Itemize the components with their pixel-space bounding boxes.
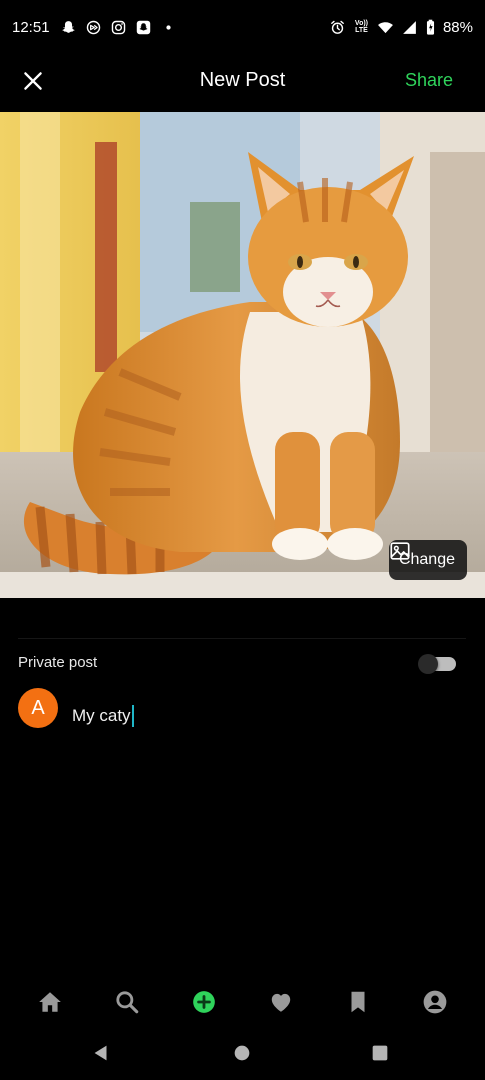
divider bbox=[18, 638, 466, 639]
caption-text: My caty bbox=[72, 706, 131, 725]
volte-top-text: Vo)) bbox=[354, 20, 369, 27]
private-post-toggle[interactable] bbox=[418, 654, 456, 674]
avatar-letter: A bbox=[31, 696, 45, 719]
nav-home[interactable] bbox=[30, 982, 70, 1022]
change-photo-button[interactable]: Change bbox=[388, 540, 467, 580]
text-caret bbox=[131, 705, 134, 727]
header: New Post Share bbox=[0, 54, 485, 110]
volte-icon: Vo)) LTE bbox=[353, 19, 370, 36]
avatar: A bbox=[18, 688, 58, 728]
nav-saved[interactable] bbox=[338, 982, 378, 1022]
bookmark-icon bbox=[351, 991, 365, 1013]
toggle-thumb bbox=[418, 654, 438, 674]
dot-icon bbox=[160, 19, 177, 36]
instagram-icon bbox=[110, 19, 127, 36]
volte-bottom-text: LTE bbox=[355, 27, 368, 34]
nav-search[interactable] bbox=[107, 982, 147, 1022]
status-bar: 12:51 Vo)) LTE 88% bbox=[0, 0, 485, 54]
battery-percent: 88% bbox=[442, 18, 473, 36]
status-time: 12:51 bbox=[12, 18, 50, 36]
back-icon bbox=[94, 1045, 107, 1061]
wifi-icon bbox=[377, 19, 394, 36]
private-post-row: Private post bbox=[18, 652, 458, 676]
post-photo: Change bbox=[0, 112, 485, 598]
close-icon bbox=[24, 72, 42, 90]
snapchat-icon bbox=[135, 19, 152, 36]
system-home-button[interactable] bbox=[231, 1042, 253, 1064]
home-icon bbox=[39, 992, 62, 1012]
bottom-nav bbox=[0, 980, 485, 1024]
battery-icon bbox=[425, 19, 436, 36]
search-icon bbox=[116, 991, 139, 1014]
new-post-screen: 12:51 Vo)) LTE 88% New Post Share Change… bbox=[0, 0, 485, 1080]
private-post-label: Private post bbox=[18, 654, 98, 671]
caption-input[interactable]: My caty bbox=[72, 705, 134, 727]
nav-profile[interactable] bbox=[415, 982, 455, 1022]
caption-row: A My caty bbox=[18, 688, 466, 730]
heart-icon bbox=[271, 993, 291, 1012]
signal-icon bbox=[401, 19, 418, 36]
image-icon bbox=[390, 542, 410, 560]
profile-icon bbox=[423, 990, 446, 1014]
status-right: Vo)) LTE 88% bbox=[329, 19, 473, 36]
add-post-icon bbox=[193, 991, 215, 1013]
system-back-button[interactable] bbox=[90, 1042, 112, 1064]
close-button[interactable] bbox=[20, 68, 46, 94]
cat-photo-image bbox=[0, 112, 485, 598]
nav-add-post[interactable] bbox=[184, 982, 224, 1022]
share-button[interactable]: Share bbox=[405, 70, 453, 91]
status-left: 12:51 bbox=[12, 19, 177, 36]
recents-icon bbox=[372, 1045, 388, 1061]
sync-icon bbox=[85, 19, 102, 36]
home-circle-icon bbox=[234, 1045, 250, 1061]
system-recents-button[interactable] bbox=[369, 1042, 391, 1064]
alarm-icon bbox=[329, 19, 346, 36]
snapchat-icon bbox=[60, 19, 77, 36]
nav-favorites[interactable] bbox=[261, 982, 301, 1022]
system-nav bbox=[0, 1032, 485, 1072]
